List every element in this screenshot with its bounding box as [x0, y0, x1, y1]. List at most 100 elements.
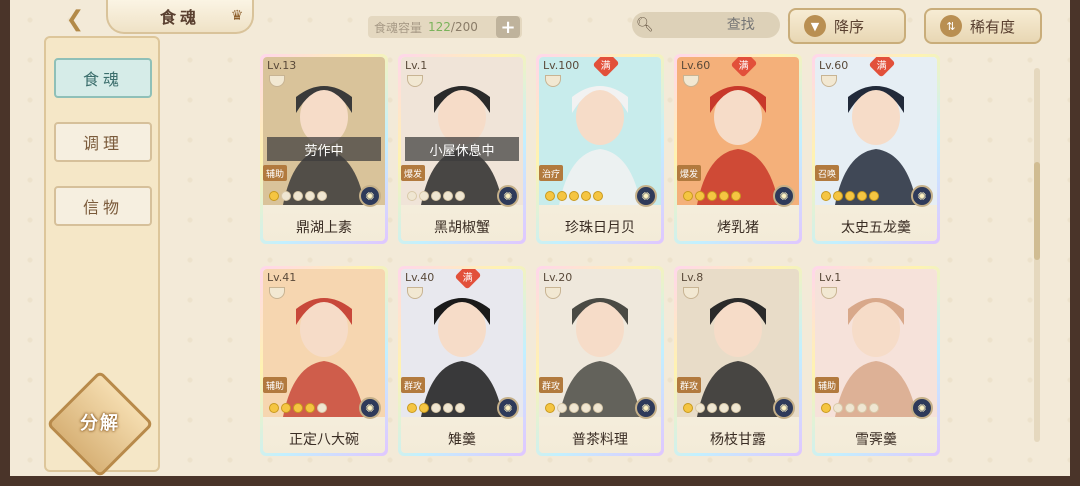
- level-label: Lv.13: [267, 59, 297, 72]
- level-label: Lv.1: [819, 271, 842, 284]
- max-badge-label: 满: [463, 272, 473, 284]
- fate-gear-icon: ✺: [773, 397, 795, 419]
- max-badge-label: 满: [877, 60, 887, 72]
- star-rating: [821, 191, 879, 201]
- status-banner: 小屋休息中: [405, 137, 519, 161]
- star-icon: [857, 191, 867, 201]
- decompose-label[interactable]: 分解: [62, 404, 138, 440]
- scrollbar[interactable]: [1034, 68, 1040, 442]
- character-card[interactable]: Lv.20 群攻 ✺ 普茶料理: [536, 266, 664, 456]
- character-card[interactable]: Lv.40 满群攻 ✺ 雉羹: [398, 266, 526, 456]
- star-icon: [317, 191, 327, 201]
- star-rating: [683, 403, 741, 413]
- star-icon: [707, 403, 717, 413]
- star-icon: [683, 191, 693, 201]
- character-card[interactable]: Lv.60 满召唤 ✺ 太史五龙羹: [812, 54, 940, 244]
- star-icon: [695, 403, 705, 413]
- max-badge-label: 满: [739, 60, 749, 72]
- star-icon: [593, 191, 603, 201]
- character-card[interactable]: Lv.13 劳作中 辅助 ✺ 鼎湖上素: [260, 54, 388, 244]
- fate-gear-icon: ✺: [359, 185, 381, 207]
- star-rating: [269, 191, 327, 201]
- character-name: 雪霁羹: [855, 432, 897, 448]
- card-inner: Lv.1 小屋休息中 爆发 ✺ 黑胡椒蟹: [401, 57, 523, 241]
- star-icon: [683, 403, 693, 413]
- character-card[interactable]: Lv.1 小屋休息中 爆发 ✺ 黑胡椒蟹: [398, 54, 526, 244]
- star-icon: [407, 191, 417, 201]
- scrollbar-thumb[interactable]: [1034, 162, 1040, 260]
- star-rating: [821, 403, 879, 413]
- star-icon: [731, 403, 741, 413]
- star-icon: [407, 403, 417, 413]
- role-tag: 爆发: [401, 165, 425, 181]
- role-tag: 召唤: [815, 165, 839, 181]
- sidebar-item-tiaoli[interactable]: 调理: [54, 122, 152, 162]
- star-icon: [731, 191, 741, 201]
- star-icon: [443, 191, 453, 201]
- role-tag: 群攻: [401, 377, 425, 393]
- fate-gear-icon: ✺: [635, 185, 657, 207]
- star-rating: [683, 191, 741, 201]
- character-card[interactable]: Lv.1 辅助 ✺ 雪霁羹: [812, 266, 940, 456]
- star-rating: [545, 403, 603, 413]
- fate-gear-icon: ✺: [911, 397, 933, 419]
- back-arrow-icon[interactable]: ❮: [58, 6, 92, 32]
- character-card[interactable]: Lv.60 满爆发 ✺ 烤乳猪: [674, 54, 802, 244]
- star-icon: [695, 191, 705, 201]
- search-box[interactable]: 🔍︎ ✕: [632, 12, 840, 38]
- search-icon: 🔍︎: [636, 17, 654, 33]
- level-label: Lv.100: [543, 59, 580, 72]
- card-inner: Lv.20 群攻 ✺ 普茶料理: [539, 269, 661, 453]
- sort-toggle-icon: ⇅: [940, 15, 962, 37]
- fate-gear-icon: ✺: [773, 185, 795, 207]
- level-label: Lv.8: [681, 271, 704, 284]
- capacity-max: /200: [450, 20, 478, 34]
- card-inner: Lv.8 群攻 ✺ 杨枝甘露: [677, 269, 799, 453]
- star-icon: [431, 403, 441, 413]
- sort-rarity-button[interactable]: ⇅ 稀有度: [924, 8, 1042, 44]
- star-rating: [545, 191, 603, 201]
- level-label: Lv.20: [543, 271, 573, 284]
- role-tag: 辅助: [815, 377, 839, 393]
- star-icon: [821, 191, 831, 201]
- star-icon: [443, 403, 453, 413]
- star-icon: [569, 403, 579, 413]
- star-icon: [455, 403, 465, 413]
- star-icon: [869, 403, 879, 413]
- role-tag: 群攻: [677, 377, 701, 393]
- star-icon: [317, 403, 327, 413]
- card-inner: Lv.41 辅助 ✺ 正定八大碗: [263, 269, 385, 453]
- sidebar-item-xinwu[interactable]: 信物: [54, 186, 152, 226]
- capacity-label: 食魂容量: [374, 20, 423, 35]
- star-icon: [305, 191, 315, 201]
- crown-icon[interactable]: ♛: [226, 8, 248, 26]
- card-grid: Lv.13 劳作中 辅助 ✺ 鼎湖上素 Lv.1 小屋休息中爆发 ✺ 黑胡椒蟹 L…: [260, 54, 950, 456]
- star-rating: [269, 403, 327, 413]
- character-name: 黑胡椒蟹: [434, 220, 490, 236]
- star-icon: [857, 403, 867, 413]
- game-frame: ❮ 食魂 ♛ 食魂容量 122 /200 + 🔍︎ ✕ ▼ 降序 ⇅ 稀有度 食…: [0, 0, 1080, 486]
- sort-desc-button[interactable]: ▼ 降序: [788, 8, 906, 44]
- star-icon: [545, 191, 555, 201]
- sort-rarity-label: 稀有度: [970, 17, 1016, 36]
- star-icon: [281, 403, 291, 413]
- star-icon: [269, 403, 279, 413]
- level-label: Lv.1: [405, 59, 428, 72]
- fate-gear-icon: ✺: [497, 397, 519, 419]
- star-icon: [845, 191, 855, 201]
- character-card[interactable]: Lv.41 辅助 ✺ 正定八大碗: [260, 266, 388, 456]
- character-card[interactable]: Lv.100 满治疗 ✺ 珍珠日月贝: [536, 54, 664, 244]
- star-icon: [833, 403, 843, 413]
- character-card[interactable]: Lv.8 群攻 ✺ 杨枝甘露: [674, 266, 802, 456]
- add-capacity-button[interactable]: +: [496, 16, 520, 38]
- triangle-down-icon: ▼: [804, 15, 826, 37]
- star-icon: [707, 191, 717, 201]
- role-tag: 辅助: [263, 377, 287, 393]
- character-name: 杨枝甘露: [710, 432, 766, 448]
- sidebar-item-shihun[interactable]: 食魂: [54, 58, 152, 98]
- star-rating: [407, 403, 465, 413]
- fate-gear-icon: ✺: [635, 397, 657, 419]
- star-icon: [869, 191, 879, 201]
- card-inner: Lv.13 劳作中 辅助 ✺ 鼎湖上素: [263, 57, 385, 241]
- star-icon: [833, 191, 843, 201]
